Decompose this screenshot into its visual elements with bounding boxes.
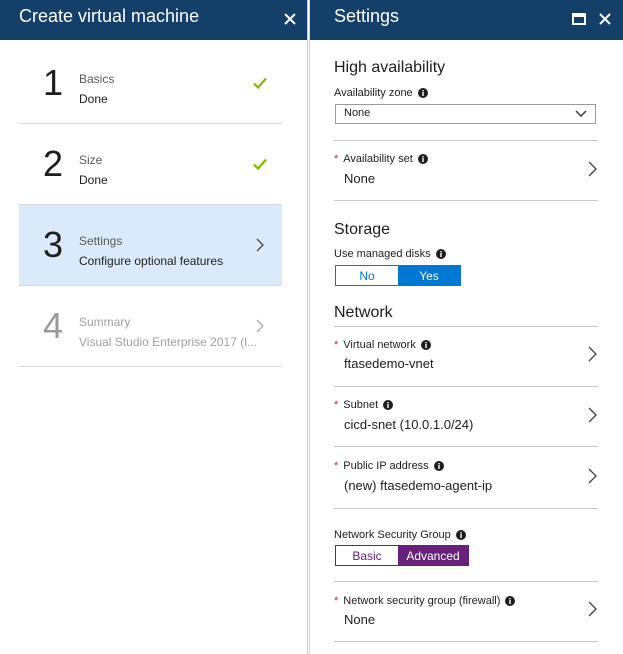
public-ip-label: * Public IP address [334, 460, 444, 472]
managed-disks-label: Use managed disks [334, 248, 446, 260]
blade-title: Settings [334, 6, 400, 26]
info-icon [455, 530, 466, 540]
info-icon [505, 596, 516, 606]
step-number: 3 [43, 224, 64, 265]
steps-list: 1 Basics Done 2 Size Done 3 Settings Con… [19, 43, 282, 367]
toggle-option-basic[interactable]: Basic [336, 546, 398, 565]
chevron-right-icon [588, 161, 597, 177]
divider [334, 641, 598, 642]
step-status: Configure optional features [79, 254, 224, 268]
divider [334, 508, 598, 509]
availability-set-value: None [344, 171, 376, 186]
step-number: 2 [43, 143, 64, 184]
step-size[interactable]: 2 Size Done [19, 124, 282, 205]
step-settings[interactable]: 3 Settings Configure optional features [19, 205, 282, 286]
chevron-right-icon [588, 468, 597, 484]
step-status: Done [79, 173, 108, 187]
divider [334, 200, 598, 201]
dropdown-value: None [344, 107, 371, 119]
divider [334, 140, 598, 141]
nsg-firewall-value: None [344, 612, 376, 627]
section-title-high-availability: High availability [334, 59, 446, 76]
step-title: Basics [79, 72, 115, 86]
chevron-right-icon [588, 601, 597, 617]
virtual-network-label: * Virtual network [334, 339, 431, 351]
toggle-option-no[interactable]: No [336, 266, 398, 285]
blade-title: Create virtual machine [19, 6, 200, 26]
step-title: Size [79, 153, 103, 167]
subnet-label: * Subnet [334, 399, 394, 411]
subnet-value: cicd-snet (10.0.1.0/24) [344, 417, 474, 432]
info-icon [433, 461, 444, 471]
checkmark-icon [252, 156, 268, 172]
step-status: Done [79, 92, 108, 106]
public-ip-value: (new) ftasedemo-agent-ip [344, 478, 493, 493]
blade-header: Create virtual machine [0, 0, 307, 40]
blade-header: Settings [310, 0, 623, 40]
divider [334, 386, 598, 387]
step-number: 1 [43, 62, 64, 103]
managed-disks-toggle[interactable]: No Yes [335, 265, 461, 286]
maximize-icon[interactable] [570, 10, 588, 28]
nsg-toggle[interactable]: Basic Advanced [335, 545, 469, 566]
divider [334, 581, 598, 582]
section-title-network: Network [334, 304, 393, 321]
toggle-option-advanced[interactable]: Advanced [398, 546, 468, 565]
section-title-storage: Storage [334, 221, 391, 238]
info-icon [417, 154, 428, 164]
step-number: 4 [43, 305, 64, 346]
availability-zone-label: Availability zone [334, 87, 428, 99]
toggle-option-yes[interactable]: Yes [398, 266, 460, 285]
settings-blade: Settings High availability Availability … [309, 0, 623, 654]
step-title: Settings [79, 234, 123, 248]
availability-set-label: * Availability set [334, 153, 428, 165]
info-icon [435, 249, 446, 259]
step-basics[interactable]: 1 Basics Done [19, 43, 282, 124]
info-icon [420, 340, 431, 350]
chevron-right-icon [588, 346, 597, 362]
close-icon[interactable] [596, 10, 614, 28]
chevron-down-icon [575, 110, 587, 117]
chevron-right-icon [252, 237, 268, 253]
divider [334, 446, 598, 447]
virtual-network-value: ftasedemo-vnet [344, 356, 434, 371]
info-icon [417, 88, 428, 98]
chevron-right-icon [252, 318, 268, 334]
info-icon [383, 400, 394, 410]
step-status: Visual Studio Enterprise 2017 (l... [79, 335, 257, 349]
create-vm-blade: Create virtual machine 1 Basics Done 2 S… [0, 0, 308, 654]
divider [334, 326, 598, 327]
checkmark-icon [252, 75, 268, 91]
nsg-firewall-label: * Network security group (firewall) [334, 595, 516, 607]
chevron-right-icon [588, 407, 597, 423]
nsg-label: Network Security Group [334, 529, 466, 541]
step-title: Summary [79, 315, 131, 329]
step-summary[interactable]: 4 Summary Visual Studio Enterprise 2017 … [19, 286, 282, 367]
close-icon[interactable] [281, 10, 299, 28]
availability-zone-dropdown[interactable]: None [335, 104, 596, 124]
